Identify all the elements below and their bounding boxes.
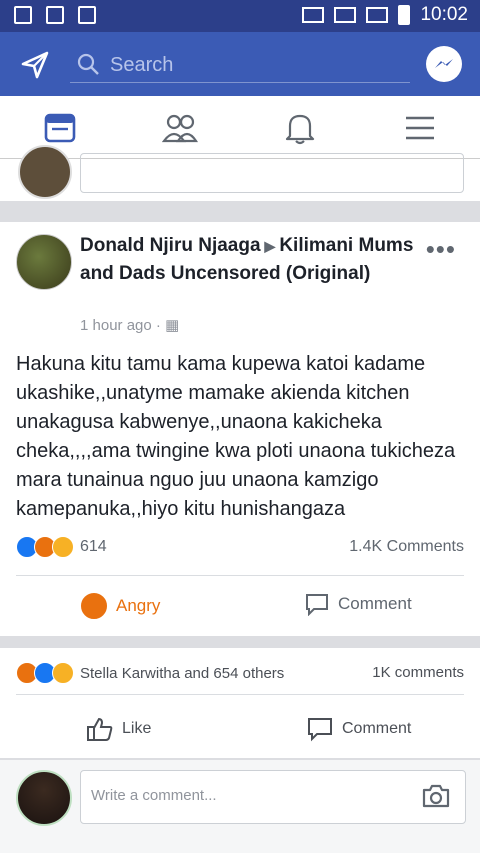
shared-post-footer: Stella Karwitha and 654 others 1K commen… — [0, 648, 480, 758]
comment-icon — [306, 594, 328, 616]
search-bar[interactable] — [70, 46, 410, 83]
tab-notifications[interactable] — [280, 108, 320, 148]
app-bar — [0, 32, 480, 96]
like-button[interactable]: Like — [86, 716, 151, 742]
avatar — [18, 145, 72, 199]
comment-label: Comment — [342, 720, 412, 737]
post-card: Donald Njiru Njaaga ▶ Kilimani Mums and Da… — [0, 222, 480, 636]
post-text: Hakuna kitu tamu kama kupewa katoi kadam… — [16, 353, 456, 520]
tab-news-feed[interactable] — [40, 108, 80, 148]
nav-tabs — [0, 96, 480, 159]
clock: 10:02 — [420, 4, 468, 25]
thumbs-up-icon — [87, 717, 113, 741]
reaction-summary[interactable]: Stella Karwitha and 654 others — [16, 662, 284, 684]
reaction-summary[interactable]: 614 — [16, 536, 107, 558]
comment-icon — [308, 718, 332, 742]
signal-icon — [366, 7, 389, 23]
comments-count[interactable]: 1.4K Comments — [349, 538, 464, 556]
news-feed-icon — [44, 113, 76, 143]
comment-input[interactable]: Write a comment... — [80, 770, 466, 824]
angry-icon — [80, 592, 108, 620]
bell-icon — [285, 114, 315, 145]
menu-icon — [406, 116, 434, 140]
divider — [16, 694, 464, 695]
search-input[interactable] — [108, 50, 402, 80]
author-avatar[interactable] — [16, 234, 72, 290]
arrow-right-icon: ▶ — [264, 238, 276, 254]
battery-icon — [398, 5, 411, 25]
group-icon: ▦ — [165, 317, 180, 334]
wifi-icon — [334, 7, 357, 23]
gallery-notification-icon — [14, 6, 32, 24]
friends-icon — [162, 114, 198, 143]
more-options-button[interactable]: ••• — [426, 234, 456, 265]
comment-placeholder: Write a comment... — [91, 787, 217, 804]
status-bar: 10:02 — [0, 0, 480, 32]
comment-button[interactable]: Comment — [304, 592, 412, 616]
tab-friends[interactable] — [160, 108, 200, 148]
tab-menu[interactable] — [400, 108, 440, 148]
user-avatar — [16, 770, 72, 826]
search-icon — [77, 53, 99, 75]
divider — [16, 575, 464, 576]
reactors-text: Stella Karwitha and 654 others — [80, 664, 285, 682]
author-name[interactable]: Donald Njiru Njaaga — [80, 235, 261, 256]
react-label: Angry — [116, 596, 161, 615]
comment-button[interactable]: Comment — [306, 716, 411, 742]
post-meta: 1 hour ago · ▦ — [80, 317, 180, 334]
previous-post-comment-row — [0, 145, 480, 201]
sad-reaction-icon — [52, 662, 74, 684]
vibrate-icon — [302, 7, 325, 23]
messenger-icon — [435, 59, 453, 68]
write-comment-bar: Write a comment... — [0, 760, 480, 853]
comment-label: Comment — [338, 594, 412, 613]
react-button[interactable]: Angry — [80, 592, 160, 620]
comment-box[interactable] — [80, 153, 464, 193]
messages-notification-icon — [46, 6, 64, 24]
messenger-button[interactable] — [426, 46, 462, 82]
like-label: Like — [122, 720, 152, 737]
app-notification-icon — [78, 6, 96, 24]
post-header: Donald Njiru Njaaga ▶ Kilimani Mums and Da… — [80, 232, 430, 287]
post-time[interactable]: 1 hour ago — [80, 317, 152, 334]
reaction-count: 614 — [80, 538, 107, 555]
send-icon[interactable] — [20, 50, 50, 80]
haha-reaction-icon — [52, 536, 74, 558]
camera-icon[interactable] — [421, 783, 451, 809]
comments-count[interactable]: 1K comments — [372, 664, 464, 681]
